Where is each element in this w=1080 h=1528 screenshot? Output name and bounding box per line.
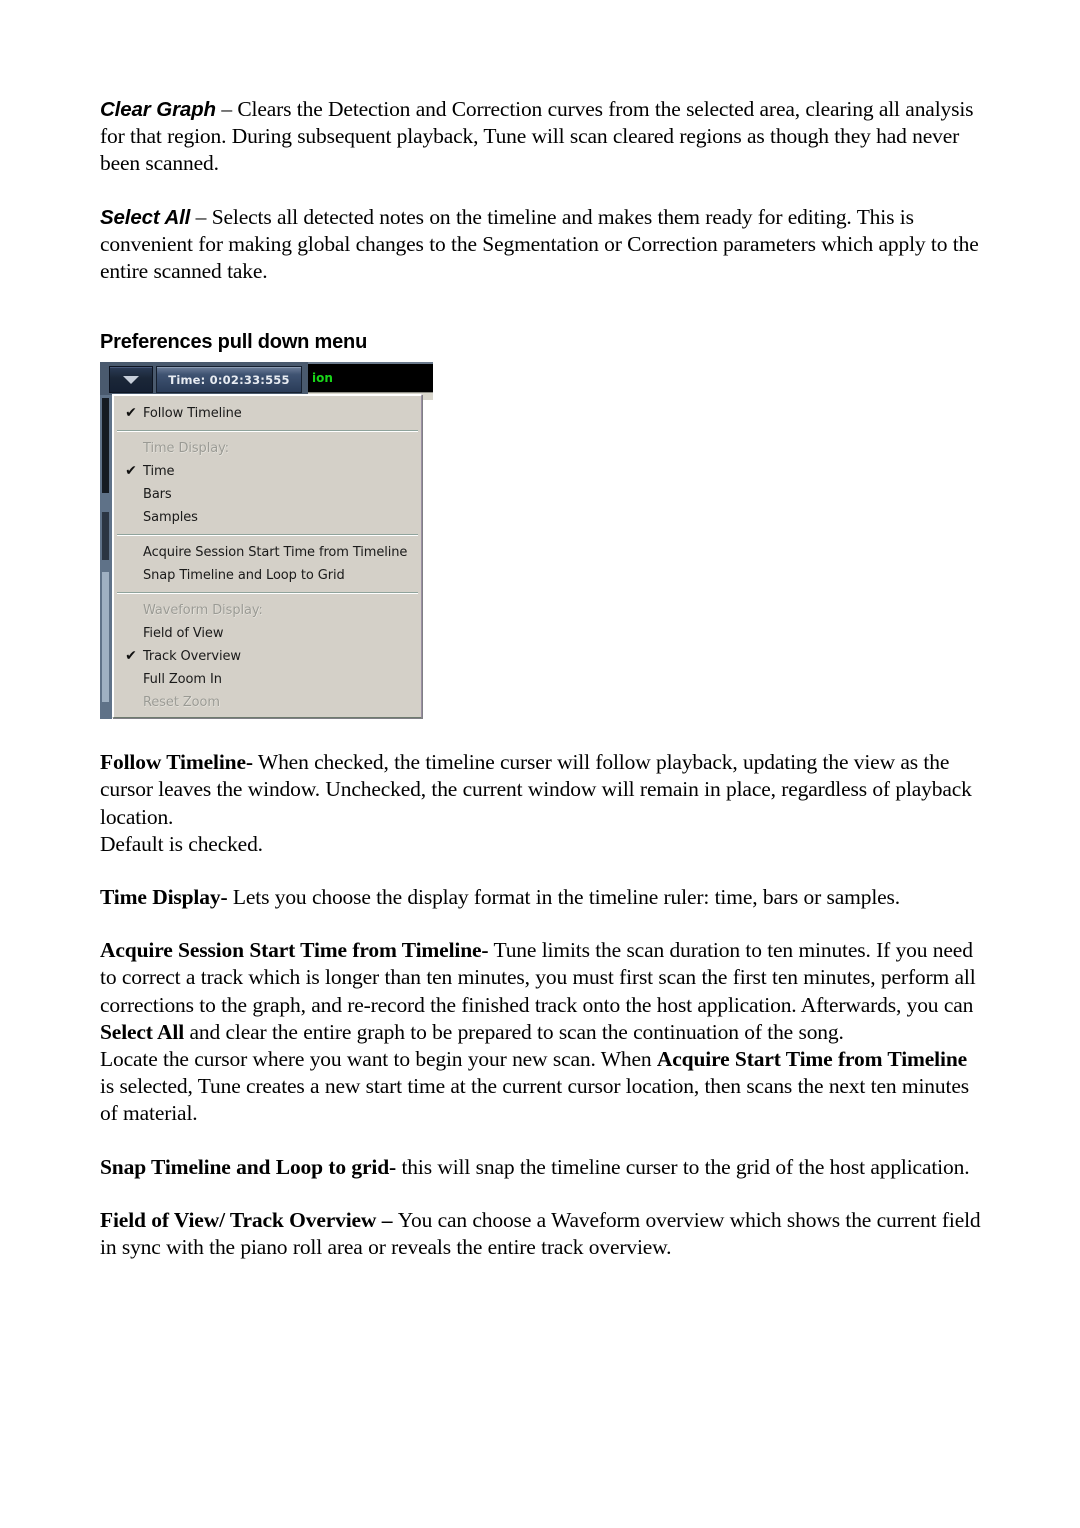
app-screenshot-preferences-menu: Time: 0:02:33:555 ion ·· ✔ Follow Timeli…	[100, 362, 433, 720]
term-select-all-inline: Select All	[100, 1019, 185, 1044]
checkmark-icon: ✔	[125, 405, 137, 422]
app-status-panel: ion	[308, 362, 433, 395]
menu-item-label: Full Zoom In	[143, 672, 222, 688]
menu-item-label: Time	[143, 464, 175, 480]
dash-2: –	[190, 204, 212, 229]
term-time-display: Time Display-	[100, 885, 228, 910]
menu-item-label: Reset Zoom	[143, 695, 220, 711]
paragraph-acquire-second: Locate the cursor where you want to begi…	[100, 1046, 982, 1128]
menu-item-samples[interactable]: Samples	[114, 506, 421, 529]
document-content: Clear Graph – Clears the Detection and C…	[100, 96, 982, 1261]
paragraph-acquire-body-4: is selected, Tune creates a new start ti…	[100, 1074, 969, 1126]
menu-item-label: Track Overview	[143, 649, 241, 665]
paragraph-acquire-session-start-time: Acquire Session Start Time from Timeline…	[100, 937, 982, 1046]
document-page: Clear Graph – Clears the Detection and C…	[0, 0, 1080, 1528]
paragraph-snap-timeline-body: this will snap the timeline curser to th…	[396, 1154, 970, 1179]
menu-item-label: Follow Timeline	[143, 406, 242, 422]
term-acquire-session-start-time: Acquire Session Start Time from Timeline…	[100, 938, 489, 963]
term-acquire-start-time-inline: Acquire Start Time from Timeline	[656, 1047, 968, 1072]
paragraph-follow-timeline-default: Default is checked.	[100, 831, 263, 856]
paragraph-clear-graph: Clear Graph – Clears the Detection and C…	[100, 96, 982, 178]
preferences-dropdown-button[interactable]	[109, 366, 153, 394]
preferences-dropdown-menu[interactable]: ✔ Follow Timeline Time Display: ✔ Time B…	[112, 394, 422, 719]
term-select-all: Select All	[100, 205, 191, 229]
time-display-value: Time: 0:02:33:555	[168, 372, 290, 387]
menu-item-snap-timeline-and-loop-to-grid[interactable]: Snap Timeline and Loop to Grid	[114, 564, 421, 587]
paragraph-time-display: Time Display- Lets you choose the displa…	[100, 884, 982, 911]
menu-separator	[117, 592, 418, 595]
paragraph-field-of-view: Field of View/ Track Overview – You can …	[100, 1207, 982, 1261]
menu-item-label: Samples	[143, 510, 198, 526]
app-left-panel-dark-segment	[102, 398, 109, 494]
paragraph-follow-timeline: Follow Timeline- When checked, the timel…	[100, 749, 982, 831]
menu-item-label: Field of View	[143, 626, 224, 642]
term-follow-timeline: Follow Timeline-	[100, 750, 253, 775]
paragraph-time-display-body: Lets you choose the display format in th…	[227, 885, 900, 910]
menu-item-label: Acquire Session Start Time from Timeline	[143, 545, 408, 561]
menu-separator	[117, 534, 418, 537]
menu-item-acquire-session-start-time[interactable]: Acquire Session Start Time from Timeline	[114, 541, 421, 564]
paragraph-snap-timeline: Snap Timeline and Loop to grid- this wil…	[100, 1154, 982, 1181]
menu-item-full-zoom-in[interactable]: Full Zoom In	[114, 668, 421, 691]
term-clear-graph: Clear Graph	[100, 98, 216, 121]
menu-item-track-overview[interactable]: ✔ Track Overview	[114, 645, 421, 668]
term-field-of-view: Field of View/ Track Overview –	[100, 1207, 398, 1232]
app-status-panel-text: ion	[312, 371, 333, 386]
menu-item-label: Bars	[143, 487, 172, 503]
menu-item-label: Waveform Display:	[143, 603, 263, 619]
paragraph-acquire-body-3: Locate the cursor where you want to begi…	[100, 1047, 657, 1072]
section-heading-preferences: Preferences pull down menu	[100, 331, 368, 354]
paragraph-select-all: Select All – Selects all detected notes …	[100, 204, 982, 286]
paragraph-select-all-body: Selects all detected notes on the timeli…	[100, 204, 979, 284]
app-left-panel-dark-segment-2	[102, 512, 109, 561]
menu-item-label: Time Display:	[143, 441, 229, 457]
menu-item-time-display-header: Time Display:	[114, 437, 421, 460]
menu-separator	[117, 430, 418, 433]
menu-item-field-of-view[interactable]: Field of View	[114, 622, 421, 645]
menu-item-follow-timeline[interactable]: ✔ Follow Timeline	[114, 402, 421, 425]
menu-item-label: Snap Timeline and Loop to Grid	[143, 568, 345, 584]
menu-item-bars[interactable]: Bars	[114, 483, 421, 506]
dash-1: –	[215, 97, 238, 121]
menu-item-reset-zoom: Reset Zoom	[114, 691, 421, 714]
checkmark-icon: ✔	[125, 463, 137, 480]
triangle-down-icon	[123, 375, 139, 384]
checkmark-icon: ✔	[125, 648, 137, 665]
time-display-field[interactable]: Time: 0:02:33:555	[156, 366, 302, 394]
app-left-panel-light-segment	[102, 572, 109, 703]
paragraph-acquire-body-2: and clear the entire graph to be prepare…	[184, 1019, 844, 1044]
term-snap-timeline: Snap Timeline and Loop to grid-	[100, 1154, 397, 1179]
menu-item-time[interactable]: ✔ Time	[114, 460, 421, 483]
menu-item-waveform-display-header: Waveform Display:	[114, 599, 421, 622]
